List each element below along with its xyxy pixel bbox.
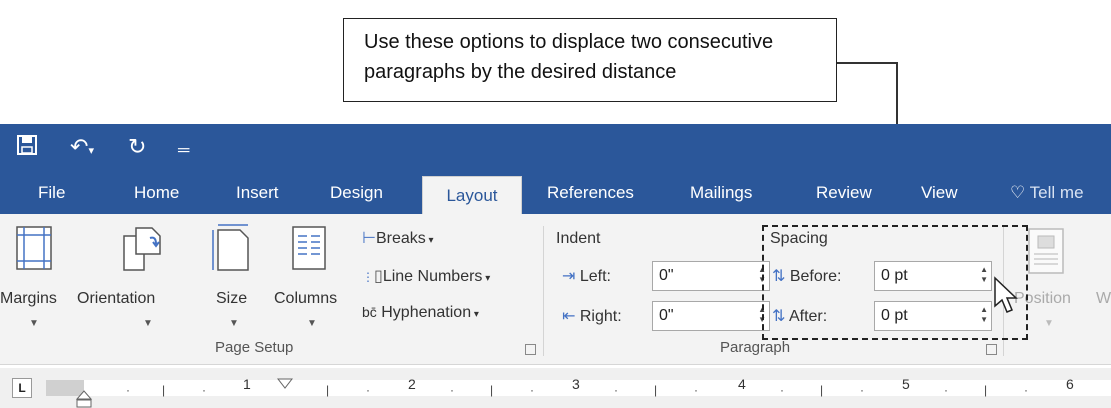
ruler-number: 3 xyxy=(572,376,580,392)
paragraph-dialog-launcher[interactable] xyxy=(986,344,997,355)
tab-review[interactable]: Review xyxy=(816,172,872,214)
ruler-tick: · xyxy=(944,383,948,397)
indent-left-label: Left: xyxy=(579,268,611,285)
ruler-tick: | xyxy=(490,383,494,397)
hyphenation-button[interactable]: bc̄ Hyphenation ▾ xyxy=(362,304,479,322)
orientation-icon xyxy=(123,227,161,271)
ruler-tick: · xyxy=(860,383,864,397)
callout-connector-horizontal xyxy=(837,62,897,64)
ruler-tick: | xyxy=(654,383,658,397)
first-line-indent-marker[interactable] xyxy=(277,378,293,390)
ruler-text-area xyxy=(84,380,1111,396)
tab-layout[interactable]: Layout xyxy=(422,176,522,214)
ruler-tick: · xyxy=(530,383,534,397)
size-icon xyxy=(212,224,249,271)
margins-label: Margins xyxy=(0,290,57,307)
undo-icon[interactable]: ↶▾ xyxy=(70,134,94,164)
callout-box: Use these options to displace two consec… xyxy=(343,18,837,102)
ruler-tick: · xyxy=(694,383,698,397)
paragraph-group-label: Paragraph xyxy=(720,339,791,356)
indent-right-field[interactable]: 0" ▲ ▼ xyxy=(652,301,770,331)
ruler-number: 6 xyxy=(1066,376,1074,392)
ruler-tick: · xyxy=(780,383,784,397)
hanging-indent-marker[interactable] xyxy=(75,390,93,408)
tab-mailings[interactable]: Mailings xyxy=(690,172,752,214)
ruler-number: 2 xyxy=(408,376,416,392)
line-numbers-icon: ⋮ xyxy=(362,270,374,284)
page-setup-dialog-launcher[interactable] xyxy=(525,344,536,355)
tab-file[interactable]: File xyxy=(38,172,65,214)
indent-title: Indent xyxy=(556,230,601,247)
line-numbers-label: Line Numbers xyxy=(382,268,483,285)
horizontal-ruler: L 1 2 3 4 5 6 · | · | · · | · · | · · | … xyxy=(0,368,1111,408)
spacing-highlight-box xyxy=(762,225,1028,340)
tell-me-label: Tell me xyxy=(1029,183,1084,202)
ruler-tick: · xyxy=(366,383,370,397)
indent-left-icon: ⇥ xyxy=(562,268,576,285)
tell-me-search[interactable]: ♡ Tell me xyxy=(1010,172,1084,214)
ruler-number: 4 xyxy=(738,376,746,392)
breaks-button[interactable]: ⊢Breaks ▾ xyxy=(362,228,434,248)
size-label: Size xyxy=(216,290,248,307)
ruler-tick: · xyxy=(1024,383,1028,397)
page-setup-group-label: Page Setup xyxy=(215,339,294,356)
ruler-number: 1 xyxy=(243,376,251,392)
indent-left-field[interactable]: 0" ▲ ▼ xyxy=(652,261,770,291)
indent-left-value: 0" xyxy=(659,267,674,284)
ruler-tick: · xyxy=(614,383,618,397)
chevron-down-icon: ▼ xyxy=(229,318,239,329)
orientation-label: Orientation xyxy=(77,290,156,307)
tab-selector-button[interactable]: L xyxy=(12,378,32,398)
wrap-text-partial: W xyxy=(1096,290,1111,307)
tab-view[interactable]: View xyxy=(921,172,958,214)
indent-right-value: 0" xyxy=(659,307,674,324)
ruler-tick: | xyxy=(820,383,824,397)
save-icon[interactable] xyxy=(16,134,38,162)
chevron-down-icon: ▼ xyxy=(29,318,39,329)
ruler-tick: | xyxy=(326,383,330,397)
ruler-tick: · xyxy=(450,383,454,397)
group-divider xyxy=(543,226,544,356)
ruler-number: 5 xyxy=(902,376,910,392)
hyphenation-label: Hyphenation xyxy=(381,304,472,321)
chevron-down-icon: ▼ xyxy=(1044,318,1054,329)
tab-insert[interactable]: Insert xyxy=(236,172,279,214)
margins-icon xyxy=(16,226,52,270)
breaks-label: Breaks xyxy=(375,230,426,247)
indent-right-label: Right: xyxy=(579,308,622,325)
title-bar: ↶▾ ↻ ═ xyxy=(0,124,1111,172)
chevron-down-icon: ▼ xyxy=(307,318,317,329)
line-numbers-button[interactable]: ⋮▯Line Numbers ▾ xyxy=(362,266,490,286)
indent-right-icon: ⇤ xyxy=(562,308,576,325)
callout-line-1: Use these options to displace two consec… xyxy=(364,31,774,53)
tab-design[interactable]: Design xyxy=(330,172,383,214)
ruler-tick: | xyxy=(162,383,166,397)
indent-left-label-wrap: ⇥ Left: xyxy=(562,266,611,286)
callout-line-2: paragraphs by the desired distance xyxy=(364,61,677,83)
customize-icon[interactable]: ═ xyxy=(178,138,189,164)
ribbon-tabs: File Home Insert Design Layout Reference… xyxy=(0,172,1111,214)
indent-right-label-wrap: ⇤ Right: xyxy=(562,306,622,326)
ruler-tick: · xyxy=(202,383,206,397)
breaks-icon: ⊢ xyxy=(362,230,376,247)
redo-icon[interactable]: ↻ xyxy=(128,134,146,160)
ruler-tick: · xyxy=(126,383,130,397)
tab-references[interactable]: References xyxy=(547,172,634,214)
hyphenation-icon: bc̄ xyxy=(362,304,377,320)
columns-icon xyxy=(292,226,326,270)
columns-label: Columns xyxy=(274,290,338,307)
lightbulb-icon: ♡ xyxy=(1010,183,1026,202)
ruler-tick: | xyxy=(984,383,988,397)
chevron-down-icon: ▼ xyxy=(143,318,153,329)
position-icon xyxy=(1028,228,1064,274)
tab-home[interactable]: Home xyxy=(134,172,179,214)
